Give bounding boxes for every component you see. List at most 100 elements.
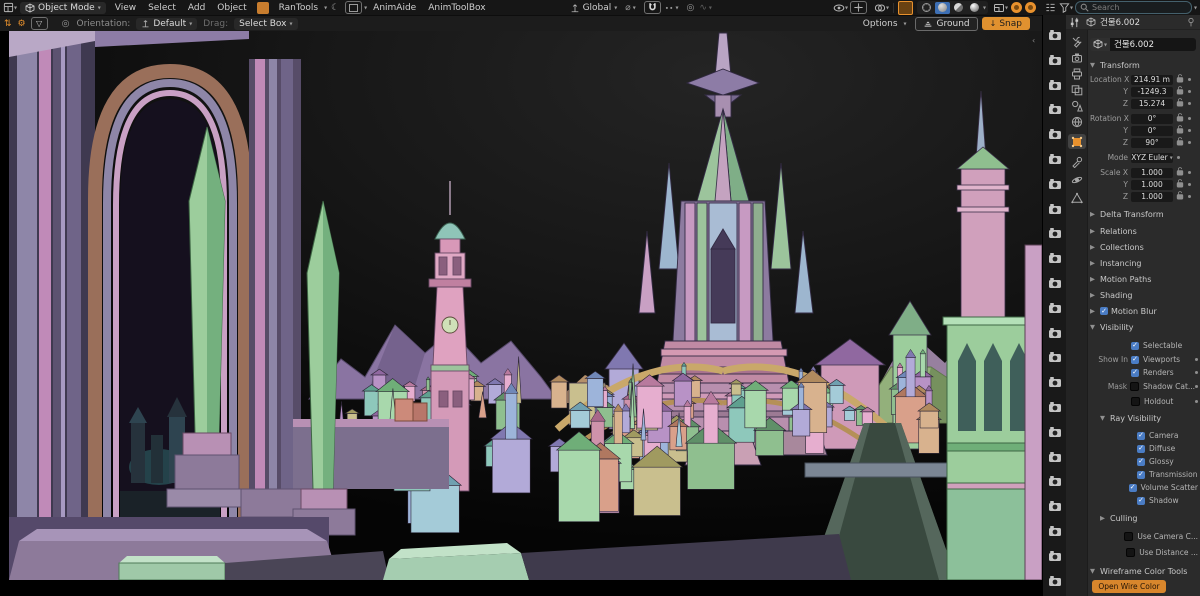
lock-icon[interactable]	[1176, 86, 1184, 97]
section-ray-visibility[interactable]: ▼ Ray Visibility	[1100, 413, 1200, 423]
properties-tab-scene[interactable]	[1068, 98, 1086, 113]
object-type-dropdown[interactable]: ▾	[1090, 38, 1110, 51]
properties-tab-world[interactable]	[1068, 114, 1086, 129]
menu-select[interactable]: Select	[142, 3, 182, 13]
drag-dropdown[interactable]: Select Box ▾	[234, 18, 297, 30]
section-relations[interactable]: ▶Relations	[1090, 226, 1198, 236]
value-field[interactable]: 1.000	[1131, 180, 1173, 190]
outliner-camera-icon[interactable]	[1048, 423, 1062, 435]
outliner-camera-icon[interactable]	[1048, 572, 1062, 584]
value-field[interactable]: 1.000	[1131, 168, 1173, 178]
section-delta-transform[interactable]: ▶Delta Transform	[1090, 209, 1198, 219]
open-wire-color-button[interactable]: Open Wire Color	[1092, 580, 1166, 593]
lock-icon[interactable]	[1176, 191, 1184, 202]
value-field[interactable]: -1249.3	[1131, 87, 1173, 97]
menu-view[interactable]: View	[109, 3, 142, 13]
gizmos-icon[interactable]	[850, 1, 867, 14]
mode-dropdown[interactable]: Object Mode ▾	[20, 2, 106, 14]
addon-box-icon[interactable]	[345, 1, 362, 14]
value-field[interactable]: 1.000	[1131, 192, 1173, 202]
section-culling[interactable]: ▶ Culling	[1100, 513, 1200, 523]
motion-blur-checkbox[interactable]: ✓	[1100, 307, 1108, 315]
region-collapse-arrow[interactable]: ‹	[1032, 36, 1035, 45]
filter-y-icon[interactable]: ▽	[31, 17, 48, 30]
show-gizmo-eye-icon[interactable]	[833, 2, 845, 14]
section-shading[interactable]: ▶Shading	[1090, 290, 1198, 300]
checkbox[interactable]	[1126, 548, 1135, 557]
snap-target-icon[interactable]: ∙∙	[663, 4, 676, 12]
outliner-camera-icon[interactable]	[1048, 76, 1062, 88]
checkbox[interactable]: ✓	[1137, 445, 1145, 453]
value-field[interactable]: 0°	[1131, 126, 1173, 136]
lock-icon[interactable]	[1176, 137, 1184, 148]
menu-add[interactable]: Add	[182, 3, 211, 13]
menu-animaide[interactable]: AnimAide	[367, 3, 422, 13]
object-name-field[interactable]: 건물6.002	[1110, 38, 1196, 51]
lock-icon[interactable]	[1176, 125, 1184, 136]
pivot-point-icon[interactable]: ⌀	[617, 3, 632, 13]
outliner-camera-icon[interactable]	[1048, 100, 1062, 112]
section-motion-paths[interactable]: ▶Motion Paths	[1090, 274, 1198, 284]
lock-icon[interactable]	[1176, 179, 1184, 190]
outliner-camera-icon[interactable]	[1048, 299, 1062, 311]
properties-tab-object-active[interactable]	[1068, 134, 1086, 149]
lock-icon[interactable]	[1176, 98, 1184, 109]
orientation-dropdown[interactable]: Default ▾	[136, 18, 197, 30]
shading-solid-button[interactable]	[935, 2, 950, 14]
options-dropdown[interactable]: Options	[857, 19, 904, 29]
value-field[interactable]: 0°	[1131, 114, 1173, 124]
properties-tab-modifiers[interactable]	[1068, 154, 1086, 169]
animate-dot[interactable]	[1188, 102, 1191, 105]
outliner-camera-icon[interactable]	[1048, 398, 1062, 410]
outliner-camera-icon[interactable]	[1048, 224, 1062, 236]
outliner-camera-icon[interactable]	[1048, 472, 1062, 484]
outliner-camera-icon[interactable]	[1048, 26, 1062, 38]
outliner-camera-icon[interactable]	[1048, 522, 1062, 534]
orientation-value[interactable]: Global	[580, 3, 615, 13]
properties-editor-icon[interactable]	[1069, 17, 1080, 28]
section-transform[interactable]: ▼ Transform	[1090, 60, 1198, 70]
outliner-camera-icon[interactable]	[1048, 200, 1062, 212]
addon-badge-icon[interactable]	[257, 2, 269, 14]
animate-dot[interactable]	[1195, 371, 1198, 374]
pin-icon[interactable]	[1186, 17, 1196, 27]
checkbox[interactable]	[1131, 397, 1140, 406]
properties-tab-object-data[interactable]	[1068, 190, 1086, 205]
shading-wireframe-button[interactable]	[919, 2, 934, 14]
outliner-camera-icon[interactable]	[1048, 249, 1062, 261]
checkbox[interactable]	[1130, 382, 1139, 391]
moon-icon[interactable]: ☾	[327, 3, 343, 13]
ground-button[interactable]: Ground	[915, 17, 978, 31]
outliner-camera-icon[interactable]	[1048, 373, 1062, 385]
search-input[interactable]: Search	[1075, 1, 1192, 14]
sort-icon[interactable]: ⇅	[0, 19, 15, 29]
value-field[interactable]: 214.91 m	[1131, 75, 1173, 85]
falloff-icon[interactable]: ∿	[697, 3, 709, 13]
outliner-camera-icon[interactable]	[1048, 497, 1062, 509]
addon-toggle-a-button[interactable]	[1011, 2, 1022, 13]
proportional-editing-icon[interactable]: ◎	[679, 3, 698, 13]
outliner-camera-icon[interactable]	[1048, 51, 1062, 63]
outliner-display-icon[interactable]	[1045, 2, 1056, 13]
lock-icon[interactable]	[1176, 113, 1184, 124]
animate-dot[interactable]	[1188, 129, 1191, 132]
value-field[interactable]: 15.274	[1131, 99, 1173, 109]
outliner-camera-icon[interactable]	[1048, 348, 1062, 360]
value-field[interactable]: XYZ Euler▾	[1131, 153, 1173, 163]
menu-animtoolbox[interactable]: AnimToolBox	[422, 3, 491, 13]
menu-rantools[interactable]: RanTools	[273, 3, 324, 13]
checkbox[interactable]: ✓	[1131, 369, 1139, 377]
animate-dot[interactable]	[1188, 117, 1191, 120]
outliner-camera-icon[interactable]	[1048, 274, 1062, 286]
checkbox[interactable]: ✓	[1137, 471, 1145, 479]
animate-dot[interactable]	[1188, 171, 1191, 174]
outliner-camera-icon[interactable]	[1048, 125, 1062, 137]
properties-tab-physics[interactable]	[1068, 172, 1086, 187]
section-motion-blur[interactable]: ▶ ✓ Motion Blur	[1090, 306, 1198, 316]
checkbox[interactable]: ✓	[1137, 432, 1145, 440]
cursor-tool-icon[interactable]: ◎	[50, 19, 74, 29]
viewport-3d-scene[interactable]	[9, 31, 1042, 580]
outliner-camera-icon[interactable]	[1048, 448, 1062, 460]
section-collections[interactable]: ▶Collections	[1090, 242, 1198, 252]
checkbox[interactable]: ✓	[1129, 484, 1137, 492]
